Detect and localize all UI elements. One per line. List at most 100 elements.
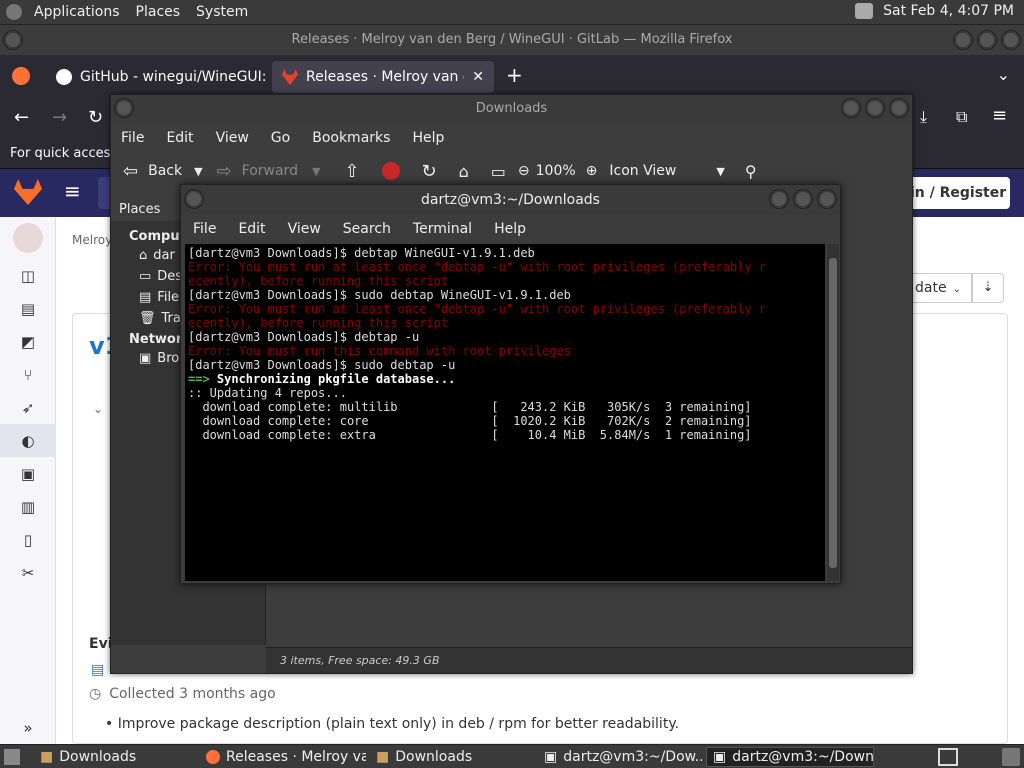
menu-go[interactable]: Go [271,130,290,146]
show-desktop-icon[interactable] [4,749,20,765]
terminal-line: ecently), before running this script [188,274,449,288]
gitlab-menu-icon[interactable]: ≡ [64,179,81,203]
menu-applications[interactable]: Applications [34,4,120,20]
window-menu-button[interactable] [185,190,203,208]
clock[interactable]: Sat Feb 4, 4:07 PM [883,3,1014,19]
maximize-button[interactable] [978,31,996,49]
menu-file[interactable]: File [121,130,144,146]
up-icon[interactable]: ⇧ [344,161,359,182]
analytics-icon[interactable]: ▥ [0,490,56,523]
extensions-icon[interactable]: ⧉ [956,107,967,127]
tab-label: GitHub - winegui/WineGUI: [80,69,267,85]
menu-edit[interactable]: Edit [166,130,193,146]
close-button[interactable] [818,190,836,208]
clipboard-icon[interactable]: ▤ [91,662,104,678]
workspace-switcher-icon[interactable] [938,748,958,766]
close-button[interactable] [1002,31,1020,49]
file-icon[interactable]: ▤ [0,292,56,325]
repository-icon[interactable]: ◫ [0,259,56,292]
menu-edit[interactable]: Edit [238,221,265,237]
menu-system[interactable]: System [196,4,248,20]
minimize-button[interactable] [770,190,788,208]
scrollbar-thumb[interactable] [829,258,837,568]
zoom-out-icon[interactable]: ⊖ [518,163,530,179]
back-history-chevron-icon[interactable]: ▼ [194,165,202,178]
collected-row: ◷ Collected 3 months ago [89,686,276,702]
folder-icon: ■ [376,749,390,765]
terminal-window: dartz@vm3:~/Downloads File Edit View Sea… [180,184,841,584]
menu-view[interactable]: View [216,130,249,146]
trash-icon: 🗑 [139,311,156,326]
window-menu-button[interactable] [4,31,22,49]
snippets-icon[interactable]: ✂ [0,556,56,589]
menu-terminal[interactable]: Terminal [413,221,472,237]
signin-register-button[interactable]: in / Register [904,177,1010,209]
forward-icon[interactable]: ⇨ [217,161,232,182]
trash-applet-icon[interactable] [1002,748,1020,766]
terminal-screen[interactable]: [dartz@vm3 Downloads]$ debtap WineGUI-v1… [185,244,825,581]
taskbar-item-downloads[interactable]: ■ Downloads [34,747,198,767]
chevron-icon[interactable]: ⌄ [93,402,103,416]
terminal-scrollbar[interactable] [827,244,839,581]
gitlab-logo-icon[interactable] [14,179,42,205]
back-button[interactable]: Back [148,163,182,179]
menu-file[interactable]: File [193,221,216,237]
menu-view[interactable]: View [288,221,321,237]
issues-icon[interactable]: ◩ [0,325,56,358]
back-icon[interactable]: ⇦ [123,161,138,182]
taskbar-item-downloads-2[interactable]: ■ Downloads [370,747,534,767]
volume-icon[interactable] [855,3,874,19]
monitor-icon[interactable]: ▣ [0,457,56,490]
stop-icon[interactable] [381,162,400,180]
tab-github[interactable]: GitHub - winegui/WineGUI: ✕ [46,61,268,93]
sort-label: date [915,280,947,296]
firefox-menu-icon[interactable] [12,67,30,85]
project-avatar[interactable] [0,217,56,259]
downloads-icon[interactable]: ⤓ [920,107,927,127]
sort-dropdown[interactable]: date ⌄ [906,273,972,303]
taskbar-item-firefox[interactable]: Releases · Melroy va... [200,747,366,767]
forward-button[interactable]: Forward [242,163,298,179]
window-menu-button[interactable] [115,99,133,117]
search-icon[interactable]: ⚲ [745,162,757,181]
breadcrumb[interactable]: Melroy [72,233,112,247]
new-tab-icon[interactable]: + [506,63,523,87]
back-icon[interactable]: ← [14,107,29,128]
maximize-button[interactable] [866,99,884,117]
reload-icon[interactable]: ↻ [422,161,437,182]
zoom-level[interactable]: 100% [536,163,576,179]
list-tabs-icon[interactable]: ⌄ [997,65,1010,84]
reload-icon[interactable]: ↻ [88,107,103,128]
home-icon[interactable]: ⌂ [459,162,469,181]
minimize-button[interactable] [954,31,972,49]
view-mode-select[interactable]: Icon View [609,163,676,179]
menu-help[interactable]: Help [494,221,526,237]
panel-menus: Applications Places System [0,4,256,20]
close-tab-icon[interactable]: ✕ [472,69,484,85]
forward-icon[interactable]: → [52,107,67,128]
computer-icon[interactable]: ▭ [491,162,506,181]
hamburger-menu-icon[interactable]: ≡ [992,105,1007,126]
wiki-icon[interactable]: ▯ [0,523,56,556]
menu-help[interactable]: Help [412,130,444,146]
taskbar-item-terminal-active[interactable]: ▣ dartz@vm3:~/Down... [706,747,874,767]
menu-search[interactable]: Search [343,221,391,237]
taskbar-item-terminal[interactable]: ▣ dartz@vm3:~/Dow... [538,747,702,767]
deployments-icon[interactable]: ◐ [0,424,56,457]
forward-history-chevron-icon[interactable]: ▼ [312,165,320,178]
view-mode-chevron-icon[interactable]: ▼ [716,165,724,178]
close-button[interactable] [890,99,908,117]
merge-request-icon[interactable]: ⑂ [0,358,56,391]
menu-bookmarks[interactable]: Bookmarks [312,130,390,146]
expand-sidebar-icon[interactable]: » [0,711,56,744]
terminal-line: [dartz@vm3 Downloads]$ debtap WineGUI-v1… [188,246,535,260]
os-logo-icon[interactable] [6,4,22,20]
minimize-button[interactable] [842,99,860,117]
sort-direction-icon[interactable]: ⇣ [972,273,1004,303]
zoom-in-icon[interactable]: ⊕ [586,163,598,179]
tab-gitlab-releases[interactable]: Releases · Melroy van den Be ✕ [272,61,494,93]
rocket-icon[interactable]: ➶ [0,391,56,424]
menu-places[interactable]: Places [136,4,181,20]
maximize-button[interactable] [794,190,812,208]
clock-icon: ◷ [89,686,102,702]
